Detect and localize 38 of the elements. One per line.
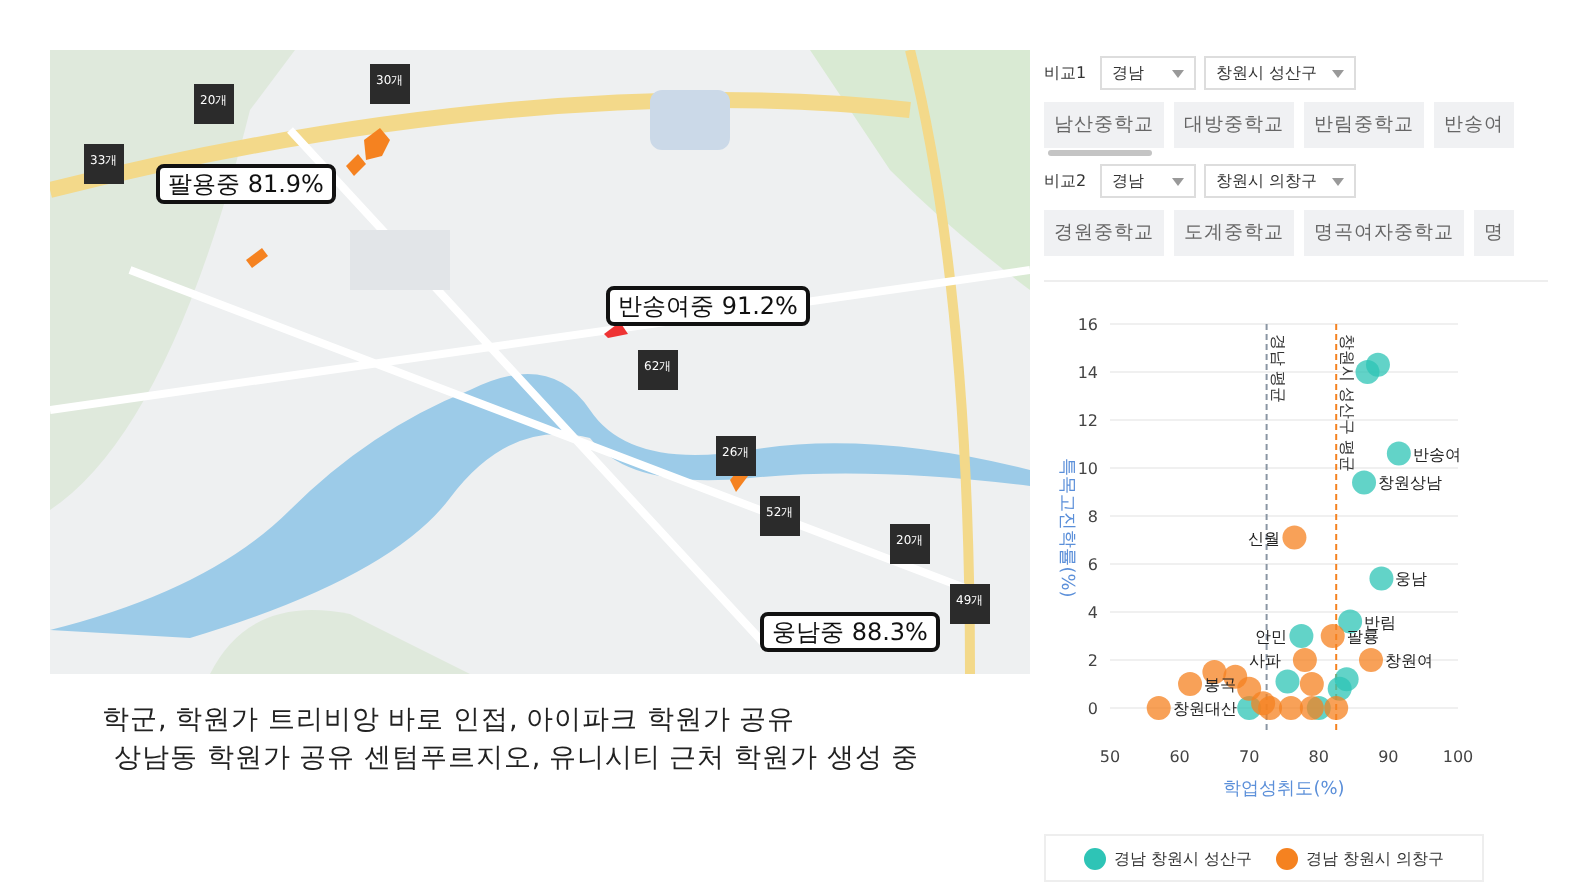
point-label: 창원대산 (1172, 700, 1237, 718)
tick-label: 16 (1077, 316, 1098, 334)
point-label: 사파 (1249, 651, 1282, 670)
school-callout: 반송여중 91.2% (606, 286, 810, 326)
compare-label: 비교1 (1044, 62, 1089, 84)
school-callout: 팔용중 81.9% (156, 164, 336, 204)
tick-label: 50 (1099, 748, 1121, 766)
reference-label: 창원시 성산구 평균 (1338, 334, 1357, 473)
tick-label: 80 (1308, 748, 1329, 766)
tick-label: 70 (1239, 748, 1260, 766)
compare-label: 비교2 (1044, 170, 1089, 192)
tick-label: 8 (1087, 508, 1098, 526)
tick-label: 14 (1077, 364, 1098, 382)
point-label: 반송여 (1412, 445, 1461, 464)
tick-label: 90 (1378, 748, 1399, 766)
point-label: 창원상남 (1378, 474, 1443, 493)
point-label: 신월 (1248, 529, 1281, 548)
point-label: 반림 (1364, 613, 1397, 632)
tick-label: 12 (1077, 412, 1098, 430)
point-label: 창원여 (1385, 652, 1433, 670)
note-text: 학군, 학원가 트리비앙 바로 인접, 아이파크 학원가 공유 (102, 702, 798, 740)
tick-label: 2 (1087, 652, 1098, 670)
axis-title: 학업성취도(%) (1223, 780, 1345, 800)
point-label: 안민 (1255, 628, 1288, 646)
note-text: 상남동 학원가 공유 센텀푸르지오, 유니시티 근처 학원가 생성 중 (112, 740, 922, 778)
legend-label: 경남 창원시 의창구 (1306, 847, 1445, 869)
school-callout: 웅남중 88.3% (760, 612, 940, 652)
tick-label: 4 (1087, 604, 1098, 622)
tick-label: 60 (1169, 748, 1190, 766)
legend-label: 경남 창원시 성산구 (1113, 847, 1252, 869)
reference-label: 경남 평균 (1268, 334, 1287, 404)
tick-label: 6 (1087, 556, 1098, 574)
tick-label: 0 (1087, 700, 1098, 718)
point-label: 팔룡 (1346, 628, 1379, 646)
axis-title: 특목고진학률(%) (1056, 458, 1076, 598)
tick-label: 10 (1077, 460, 1098, 478)
point-label: 웅남 (1395, 570, 1428, 589)
tick-label: 100 (1442, 748, 1474, 766)
